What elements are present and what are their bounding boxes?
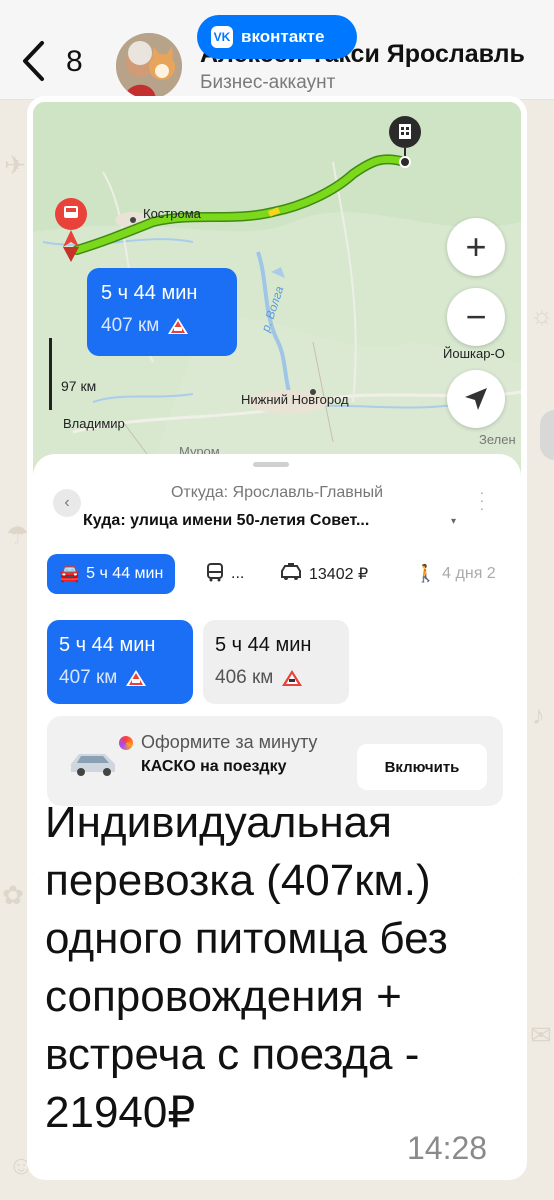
route-map[interactable]: Кострома Нижний Новгород Владимир Муром … — [33, 102, 521, 463]
mode-car[interactable]: 🚘 5 ч 44 мин — [47, 554, 176, 594]
zoom-out-button[interactable]: − — [447, 288, 505, 346]
car-icon — [71, 754, 115, 776]
walking-icon: 🚶 — [415, 564, 437, 583]
locate-me-button[interactable] — [447, 370, 505, 428]
avatar[interactable] — [116, 33, 182, 99]
road-warning-icon — [168, 318, 189, 334]
message-bubble[interactable]: Кострома Нижний Новгород Владимир Муром … — [27, 96, 527, 1180]
map-label-nizhny-novgorod: Нижний Новгород — [241, 392, 349, 407]
kasko-promo-card[interactable]: Оформите за минуту КАСКО на поездку Вклю… — [47, 716, 503, 806]
chat-header: 8 Алексей Такси Ярославль Бизнес-аккаунт… — [0, 0, 554, 100]
chevron-left-icon — [23, 41, 44, 81]
map-label-zelenodolsk: Зелен — [479, 432, 516, 447]
mode-transit[interactable]: ... — [205, 554, 244, 594]
brand-logo-icon — [119, 736, 133, 750]
route-option-2[interactable]: 5 ч 44 мин 406 км — [203, 620, 349, 704]
map-scale-bar — [49, 338, 52, 410]
side-handle[interactable] — [540, 410, 554, 460]
route-from[interactable]: Откуда: Ярославль-Главный — [33, 484, 521, 502]
attached-screenshot[interactable]: Кострома Нижний Новгород Владимир Муром … — [33, 102, 521, 880]
vk-banner[interactable]: VK вконтакте — [197, 15, 357, 59]
unread-count[interactable]: 8 — [66, 45, 83, 79]
map-scale-label: 97 км — [61, 378, 97, 394]
navigation-arrow-icon — [465, 388, 487, 410]
transport-modes: 🚘 5 ч 44 мин ... 13402 ₽ 🚶 4 дня 2 — [47, 554, 521, 594]
map-label-yoshkar-ola: Йошкар-О — [443, 346, 505, 361]
promo-text: Оформите за минуту — [141, 732, 318, 752]
bus-icon — [205, 562, 225, 587]
more-options-icon[interactable]: · · · — [479, 485, 485, 515]
route-to[interactable]: Куда: улица имени 50-летия Совет... — [83, 512, 369, 530]
zoom-in-button[interactable]: + — [447, 218, 505, 276]
sheet-grabber[interactable] — [253, 462, 289, 467]
message-text: Индивидуальная перевозка (407км.) одного… — [45, 798, 448, 1137]
promo-title: КАСКО на поездку — [141, 758, 287, 775]
back-button[interactable] — [18, 38, 48, 84]
taxi-icon — [279, 562, 303, 586]
route-option-1[interactable]: 5 ч 44 мин 407 км — [47, 620, 193, 704]
message-time: 14:28 — [407, 1130, 488, 1166]
map-label-kostroma: Кострома — [143, 206, 201, 221]
chevron-down-icon[interactable]: ▾ — [451, 516, 456, 527]
route-summary-card[interactable]: 5 ч 44 мин 407 км — [87, 268, 237, 356]
route-time: 5 ч 44 мин — [101, 282, 198, 304]
vk-banner-label: вконтакте — [241, 27, 325, 46]
mode-taxi[interactable]: 13402 ₽ — [279, 554, 368, 594]
enable-kasko-button[interactable]: Включить — [357, 744, 487, 790]
car-icon: 🚘 — [59, 564, 81, 583]
route-distance: 407 км — [101, 315, 160, 336]
chat-subtitle: Бизнес-аккаунт — [200, 72, 336, 93]
road-warning-icon — [282, 670, 303, 686]
map-label-vladimir: Владимир — [63, 416, 125, 431]
vk-logo-icon: VK — [211, 26, 233, 48]
road-warning-icon — [126, 670, 147, 686]
mode-walk[interactable]: 🚶 4 дня 2 — [415, 554, 496, 594]
